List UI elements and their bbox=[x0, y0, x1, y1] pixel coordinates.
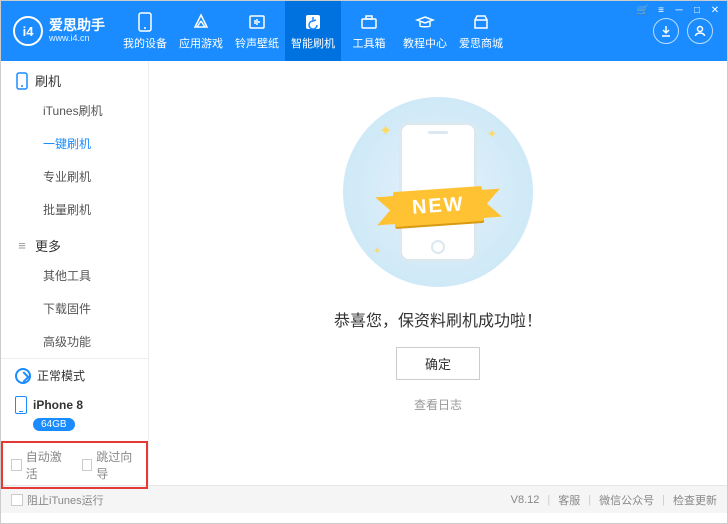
nav-ringtones[interactable]: 铃声壁纸 bbox=[229, 1, 285, 61]
storage-badge: 64GB bbox=[33, 418, 75, 431]
phone-icon bbox=[15, 72, 29, 90]
nav-apps[interactable]: 应用游戏 bbox=[173, 1, 229, 61]
tutorial-icon bbox=[415, 12, 435, 32]
sparkle-icon: ✦ bbox=[379, 121, 392, 141]
sidebar-item-advanced[interactable]: 高级功能 bbox=[1, 325, 148, 358]
logo-sub: www.i4.cn bbox=[49, 34, 105, 44]
window-controls: 🛒 ≡ ─ □ ✕ bbox=[635, 3, 723, 17]
sidebar-item-pro-flash[interactable]: 专业刷机 bbox=[1, 160, 148, 193]
sparkle-icon: ✦ bbox=[487, 127, 497, 141]
sidebar-item-batch-flash[interactable]: 批量刷机 bbox=[1, 193, 148, 226]
sidebar-item-download-firmware[interactable]: 下载固件 bbox=[1, 292, 148, 325]
status-icon bbox=[15, 368, 31, 384]
device-status[interactable]: 正常模式 bbox=[1, 359, 148, 392]
device-icon bbox=[135, 12, 155, 32]
ringtone-icon bbox=[247, 12, 267, 32]
bottom-options: 自动激活 跳过向导 bbox=[1, 441, 148, 489]
nav-store[interactable]: 爱思商城 bbox=[453, 1, 509, 61]
download-button[interactable] bbox=[653, 18, 679, 44]
nav-toolbox[interactable]: 工具箱 bbox=[341, 1, 397, 61]
block-itunes-checkbox[interactable]: 阻止iTunes运行 bbox=[11, 492, 104, 508]
top-nav: 我的设备 应用游戏 铃声壁纸 智能刷机 工具箱 教程中心 爱思商城 bbox=[117, 1, 509, 61]
auto-activate-checkbox[interactable]: 自动激活 bbox=[11, 448, 68, 482]
body: 刷机 iTunes刷机 一键刷机 专业刷机 批量刷机 ≡ 更多 其他工具 下载固… bbox=[1, 61, 727, 485]
sidebar-section-more: ≡ 更多 bbox=[1, 226, 148, 259]
success-message: 恭喜您，保资料刷机成功啦！ bbox=[334, 307, 542, 331]
sidebar-section-flash: 刷机 bbox=[1, 61, 148, 94]
device-info[interactable]: iPhone 8 64GB bbox=[1, 392, 148, 441]
flash-icon bbox=[303, 12, 323, 32]
ok-button[interactable]: 确定 bbox=[396, 347, 480, 380]
header: 🛒 ≡ ─ □ ✕ i4 爱思助手 www.i4.cn 我的设备 应用游戏 铃声… bbox=[1, 1, 727, 61]
sparkle-icon: ✦ bbox=[373, 246, 381, 257]
phone-small-icon bbox=[15, 396, 27, 414]
maximize-icon[interactable]: □ bbox=[689, 3, 705, 17]
support-link[interactable]: 客服 bbox=[558, 492, 580, 508]
store-icon bbox=[471, 12, 491, 32]
logo-title: 爱思助手 bbox=[49, 18, 105, 33]
new-ribbon: NEW bbox=[393, 186, 484, 227]
wechat-link[interactable]: 微信公众号 bbox=[599, 492, 654, 508]
version-label: V8.12 bbox=[511, 494, 540, 506]
minimize-icon[interactable]: ─ bbox=[671, 3, 687, 17]
main-content: ✦ ✦ ✦ NEW 恭喜您，保资料刷机成功啦！ 确定 查看日志 bbox=[149, 61, 727, 485]
nav-tutorials[interactable]: 教程中心 bbox=[397, 1, 453, 61]
apps-icon bbox=[191, 12, 211, 32]
sidebar-item-itunes-flash[interactable]: iTunes刷机 bbox=[1, 94, 148, 127]
nav-smart-flash[interactable]: 智能刷机 bbox=[285, 1, 341, 61]
update-link[interactable]: 检查更新 bbox=[673, 492, 717, 508]
skip-wizard-checkbox[interactable]: 跳过向导 bbox=[82, 448, 139, 482]
toolbox-icon bbox=[359, 12, 379, 32]
header-right bbox=[653, 18, 727, 44]
cart-icon[interactable]: 🛒 bbox=[635, 3, 651, 17]
view-log-link[interactable]: 查看日志 bbox=[414, 396, 462, 413]
success-illustration: ✦ ✦ ✦ NEW bbox=[343, 97, 533, 287]
sidebar-item-oneclick-flash[interactable]: 一键刷机 bbox=[1, 127, 148, 160]
user-button[interactable] bbox=[687, 18, 713, 44]
menu-icon[interactable]: ≡ bbox=[653, 3, 669, 17]
close-icon[interactable]: ✕ bbox=[707, 3, 723, 17]
logo-badge: i4 bbox=[13, 16, 43, 46]
logo: i4 爱思助手 www.i4.cn bbox=[1, 16, 117, 46]
footer: 阻止iTunes运行 V8.12 | 客服 | 微信公众号 | 检查更新 bbox=[1, 485, 727, 513]
sidebar: 刷机 iTunes刷机 一键刷机 专业刷机 批量刷机 ≡ 更多 其他工具 下载固… bbox=[1, 61, 149, 485]
sidebar-item-other-tools[interactable]: 其他工具 bbox=[1, 259, 148, 292]
nav-my-device[interactable]: 我的设备 bbox=[117, 1, 173, 61]
menu-lines-icon: ≡ bbox=[15, 238, 29, 253]
